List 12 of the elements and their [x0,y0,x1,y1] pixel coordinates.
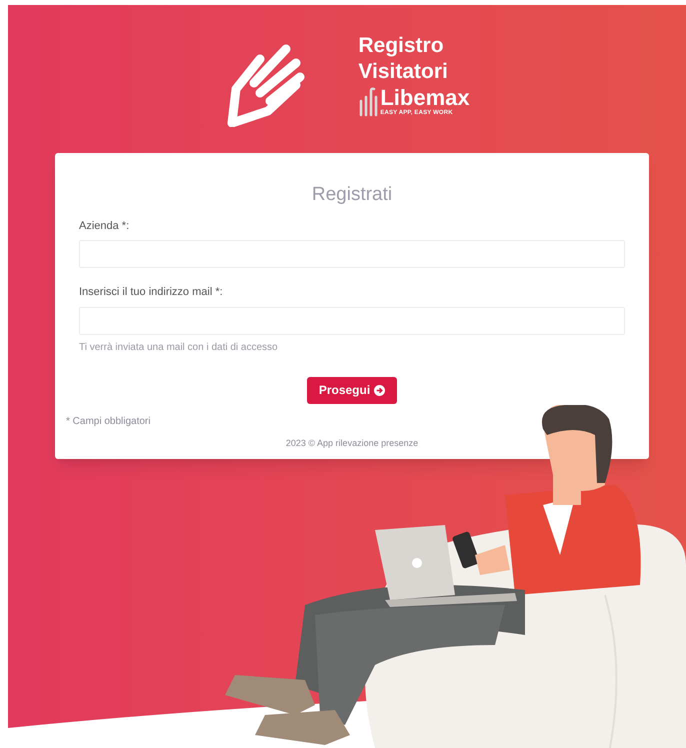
field-label: Inserisci il tuo indirizzo mail *: [79,285,224,300]
form-title: Registrati [310,183,394,207]
footer-text: 2023 © App rilevazione presenze [284,436,420,450]
required-fields-note: * Campi obbligatori [66,414,152,428]
app-title: Visitatori [358,59,449,85]
field-label: Azienda *: [79,218,130,234]
field-hint: Ti verrà inviata una mail con i dati di accesso [79,340,279,354]
arrow-circle-icon [374,384,386,396]
brand-name: Libemax [380,87,470,109]
app-title: Registro [358,33,445,59]
continue-button[interactable]: Prosegui [306,376,398,404]
brand-logo-icon [358,87,380,117]
